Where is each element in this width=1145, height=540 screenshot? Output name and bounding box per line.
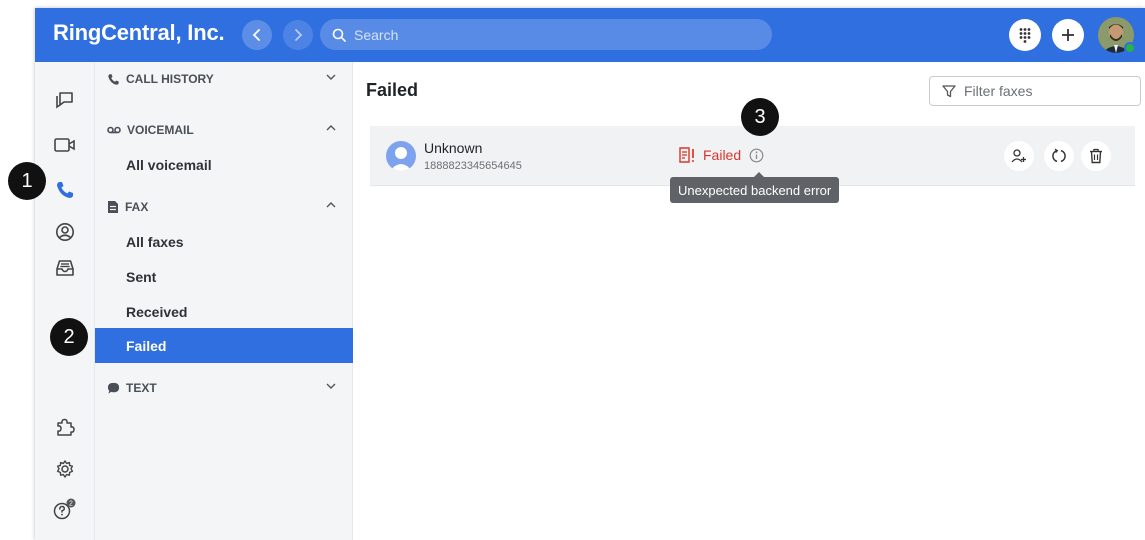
subnav-all-voicemail[interactable]: All voicemail bbox=[95, 147, 353, 182]
rail-phone[interactable] bbox=[50, 175, 80, 205]
search-bar[interactable] bbox=[320, 19, 772, 50]
contacts-icon bbox=[56, 223, 74, 241]
fax-list-panel: Failed Unknown 1888823345654645 Failed bbox=[354, 62, 1145, 540]
voicemail-icon bbox=[107, 126, 121, 134]
chevron-left-icon bbox=[252, 29, 260, 41]
rail-contacts[interactable] bbox=[50, 217, 80, 247]
subnav-sent[interactable]: Sent bbox=[95, 259, 353, 294]
subnav-received[interactable]: Received bbox=[95, 294, 353, 329]
subnav-all-faxes[interactable]: All faxes bbox=[95, 224, 353, 259]
rail-video[interactable] bbox=[50, 130, 80, 160]
forward-button[interactable] bbox=[283, 20, 313, 50]
rail-apps[interactable] bbox=[50, 412, 80, 442]
rail-inbox[interactable] bbox=[50, 253, 80, 283]
chat-bubble-icon bbox=[107, 382, 120, 394]
filter-input[interactable] bbox=[964, 83, 1134, 99]
help-badge-count: 2 bbox=[69, 501, 73, 508]
trash-icon bbox=[1090, 148, 1102, 164]
message-icon bbox=[56, 92, 73, 109]
delete-button[interactable] bbox=[1081, 141, 1111, 171]
section-label: CALL HISTORY bbox=[126, 72, 214, 86]
puzzle-icon bbox=[57, 418, 75, 436]
phone-subnav: CALL HISTORY VOICEMAIL All voicemail FAX… bbox=[95, 62, 353, 540]
inbox-icon bbox=[56, 260, 74, 276]
status-badge: Failed bbox=[679, 147, 764, 163]
search-icon bbox=[332, 28, 346, 42]
chevron-up-icon bbox=[326, 125, 336, 131]
company-name: RingCentral, Inc. bbox=[53, 20, 225, 45]
left-rail: 2 bbox=[35, 62, 95, 540]
phone-icon bbox=[108, 73, 119, 85]
new-action-button[interactable] bbox=[1052, 19, 1084, 51]
add-person-icon bbox=[1011, 149, 1026, 163]
contact-name: Unknown bbox=[424, 140, 483, 156]
section-call-history[interactable]: CALL HISTORY bbox=[107, 67, 341, 91]
section-voicemail[interactable]: VOICEMAIL bbox=[107, 118, 341, 142]
add-contact-button[interactable] bbox=[1004, 141, 1034, 171]
phone-icon bbox=[57, 182, 73, 198]
filter-icon bbox=[942, 85, 956, 98]
status-text: Failed bbox=[703, 147, 742, 163]
section-label: TEXT bbox=[126, 381, 157, 395]
chevron-right-icon bbox=[295, 29, 303, 41]
presence-indicator bbox=[1124, 42, 1136, 54]
callout-1: 1 bbox=[8, 162, 46, 200]
person-icon bbox=[390, 147, 412, 171]
chevron-down-icon bbox=[326, 383, 336, 389]
section-text[interactable]: TEXT bbox=[107, 376, 341, 400]
gear-icon bbox=[56, 460, 74, 478]
contact-avatar bbox=[386, 141, 416, 171]
section-label: VOICEMAIL bbox=[127, 123, 194, 137]
plus-icon bbox=[1062, 29, 1074, 41]
resend-button[interactable] bbox=[1044, 141, 1074, 171]
contact-number: 1888823345654645 bbox=[424, 160, 522, 172]
dialpad-button[interactable] bbox=[1009, 19, 1041, 51]
filter-box[interactable] bbox=[929, 76, 1141, 106]
section-fax[interactable]: FAX bbox=[107, 195, 341, 219]
callout-3: 3 bbox=[741, 98, 779, 136]
video-icon bbox=[54, 138, 75, 152]
rail-settings[interactable] bbox=[50, 454, 80, 484]
help-icon: 2 bbox=[53, 498, 76, 520]
section-label: FAX bbox=[125, 200, 149, 214]
refresh-icon bbox=[1052, 148, 1066, 163]
fax-icon bbox=[108, 201, 118, 213]
rail-help[interactable]: 2 bbox=[50, 494, 80, 524]
back-button[interactable] bbox=[242, 20, 272, 50]
app-window: RingCentral, Inc. Search 2 CALL HISTORY … bbox=[35, 8, 1145, 540]
chevron-down-icon bbox=[326, 74, 336, 80]
info-icon[interactable] bbox=[749, 148, 764, 163]
top-bar: RingCentral, Inc. bbox=[35, 8, 1145, 62]
callout-2: 2 bbox=[50, 318, 88, 356]
dialpad-icon bbox=[1019, 28, 1031, 43]
rail-messages[interactable] bbox=[50, 84, 80, 114]
subnav-failed[interactable]: Failed bbox=[95, 328, 353, 363]
failed-fax-icon bbox=[679, 147, 694, 163]
error-tooltip: Unexpected backend error bbox=[670, 172, 840, 203]
chevron-up-icon bbox=[326, 202, 336, 208]
page-title: Failed bbox=[366, 80, 419, 100]
search-input[interactable] bbox=[354, 26, 754, 43]
